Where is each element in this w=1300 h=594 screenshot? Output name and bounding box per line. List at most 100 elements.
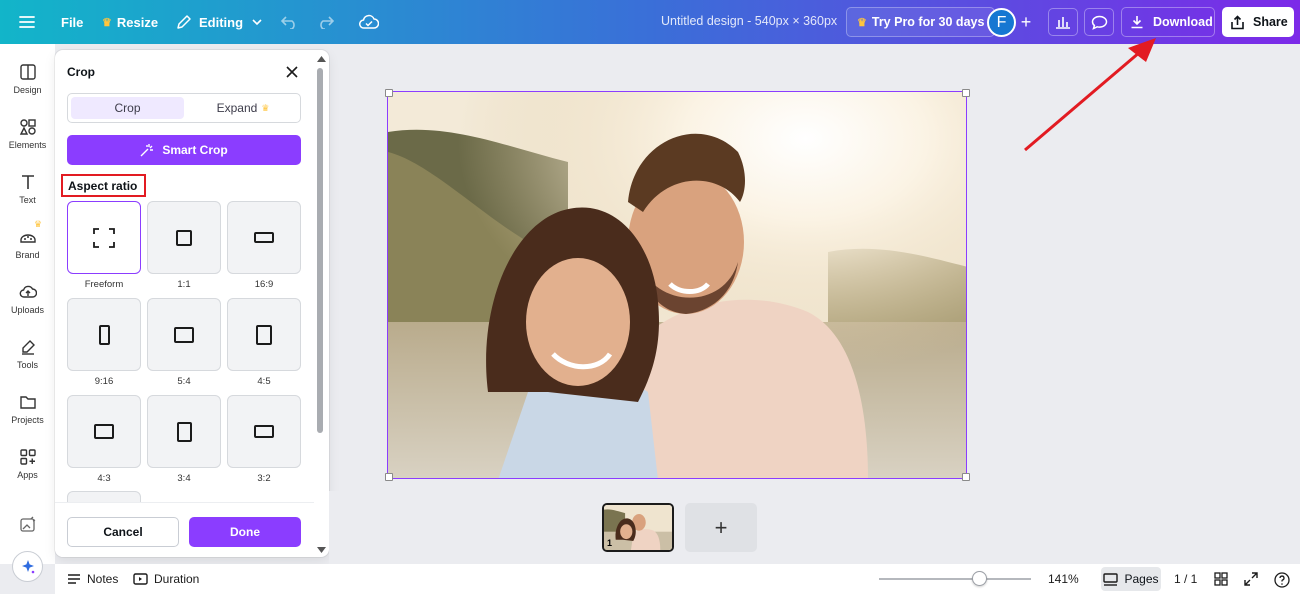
- magic-wand-icon: [140, 144, 154, 157]
- editing-mode-button[interactable]: Editing: [166, 6, 273, 38]
- add-page-button[interactable]: +: [685, 503, 757, 552]
- aspect-ratio-heading: Aspect ratio: [61, 174, 146, 197]
- crop-panel: Crop Crop Expand ♛ Smart Crop Aspect rat…: [55, 50, 329, 557]
- comment-icon: [1091, 15, 1107, 30]
- resize-label: Resize: [116, 14, 159, 30]
- crown-icon: ♛: [102, 16, 112, 29]
- elements-icon: [19, 119, 36, 135]
- left-rail: Design Elements Text Brand ♛ Uploads Too…: [0, 44, 55, 564]
- rail-label: Text: [19, 195, 36, 205]
- tab-expand[interactable]: Expand ♛: [188, 97, 298, 119]
- close-icon[interactable]: [283, 63, 301, 81]
- page-count: 1 / 1: [1174, 572, 1197, 586]
- freeform-icon: [93, 227, 115, 248]
- ratio-caption: 1:1: [177, 279, 191, 290]
- crown-icon: ♛: [857, 16, 867, 29]
- rail-item-projects[interactable]: Projects: [0, 389, 55, 439]
- crop-handle-bottom-left[interactable]: [385, 473, 393, 481]
- magic-assistant-button[interactable]: [12, 551, 43, 582]
- download-button[interactable]: Download: [1121, 7, 1215, 37]
- undo-icon[interactable]: [274, 6, 306, 38]
- pages-icon: [1103, 572, 1119, 586]
- tab-crop[interactable]: Crop: [71, 97, 184, 119]
- rail-item-apps[interactable]: Apps: [0, 444, 55, 494]
- cancel-button[interactable]: Cancel: [67, 517, 179, 547]
- crop-handle-bottom-right[interactable]: [962, 473, 970, 481]
- notes-button[interactable]: Notes: [67, 572, 118, 586]
- ratio-caption: 9:16: [94, 376, 114, 387]
- ratio-5-4[interactable]: [147, 298, 221, 371]
- ratio-3-4[interactable]: [147, 395, 221, 468]
- insights-button[interactable]: [1048, 8, 1078, 36]
- smart-crop-button[interactable]: Smart Crop: [67, 135, 301, 165]
- ratio-9-16[interactable]: [67, 298, 141, 371]
- share-button[interactable]: Share: [1222, 7, 1294, 37]
- plus-icon: +: [714, 514, 728, 540]
- rail-item-design[interactable]: Design: [0, 59, 55, 109]
- rail-item-elements[interactable]: Elements: [0, 114, 55, 164]
- zoom-slider-thumb[interactable]: [972, 571, 987, 586]
- rail-label: Design: [13, 85, 42, 95]
- crop-handle-top-left[interactable]: [385, 89, 393, 97]
- rail-label: Elements: [8, 140, 47, 150]
- ratio-1-1[interactable]: [147, 201, 221, 274]
- download-icon: [1131, 16, 1143, 29]
- page-thumbnail[interactable]: 1: [602, 503, 674, 552]
- editing-label: Editing: [199, 14, 244, 30]
- zoom-slider[interactable]: [879, 578, 1031, 580]
- menu-icon[interactable]: [11, 6, 43, 38]
- ratio-freeform[interactable]: [67, 201, 141, 274]
- scroll-up-icon[interactable]: [314, 53, 329, 65]
- ratio-caption: 3:2: [257, 473, 271, 484]
- share-label: Share: [1253, 15, 1288, 29]
- tab-expand-label: Expand: [216, 101, 258, 115]
- grid-view-icon[interactable]: [1214, 572, 1228, 586]
- scrollbar-thumb[interactable]: [317, 68, 323, 433]
- help-icon[interactable]: [1274, 572, 1290, 588]
- design-title[interactable]: Untitled design - 540px × 360px: [661, 14, 837, 28]
- ratio-caption: Freeform: [84, 279, 124, 290]
- add-collaborator-icon[interactable]: +: [1016, 8, 1036, 36]
- rail-item-brand[interactable]: Brand: [0, 224, 55, 274]
- share-icon: [1231, 14, 1244, 29]
- apps-icon: [19, 449, 36, 465]
- rail-item-tools[interactable]: Tools: [0, 334, 55, 384]
- download-label: Download: [1153, 15, 1213, 29]
- tools-icon: [21, 340, 35, 355]
- ratio-16-9[interactable]: [227, 201, 301, 274]
- magic-media-icon: [19, 516, 35, 532]
- zoom-level[interactable]: 141%: [1048, 572, 1079, 586]
- try-pro-label: Try Pro for 30 days: [871, 15, 985, 29]
- ratio-4-3[interactable]: [67, 395, 141, 468]
- fullscreen-icon[interactable]: [1244, 572, 1258, 586]
- rail-item-text[interactable]: Text: [0, 169, 55, 219]
- smart-crop-label: Smart Crop: [162, 143, 228, 157]
- file-menu[interactable]: File: [51, 6, 93, 38]
- cancel-label: Cancel: [103, 525, 143, 539]
- avatar[interactable]: F: [987, 8, 1016, 37]
- redo-icon[interactable]: [309, 6, 341, 38]
- crop-handle-top-right[interactable]: [962, 89, 970, 97]
- comments-button[interactable]: [1084, 8, 1114, 36]
- sparkle-icon: [21, 559, 34, 573]
- design-photo[interactable]: [387, 91, 967, 479]
- try-pro-button[interactable]: ♛ Try Pro for 30 days: [846, 7, 996, 37]
- ratio-shape-icon: [176, 229, 192, 246]
- scroll-down-icon[interactable]: [314, 544, 329, 556]
- tab-crop-label: Crop: [114, 101, 141, 115]
- ratio-3-2[interactable]: [227, 395, 301, 468]
- timer-icon: [133, 573, 148, 585]
- cloud-saved-icon[interactable]: [353, 6, 385, 38]
- resize-button[interactable]: ♛ Resize: [92, 6, 168, 38]
- notes-label: Notes: [87, 572, 119, 586]
- ratio-4-5[interactable]: [227, 298, 301, 371]
- aspect-ratio-label: Aspect ratio: [68, 178, 138, 193]
- pages-button[interactable]: Pages: [1101, 567, 1161, 591]
- rail-item-uploads[interactable]: Uploads: [0, 279, 55, 329]
- duration-label: Duration: [154, 572, 200, 586]
- notes-icon: [68, 574, 80, 584]
- panel-scrollbar[interactable]: [314, 50, 329, 557]
- zoom-value: 141%: [1048, 572, 1079, 586]
- duration-button[interactable]: Duration: [133, 572, 199, 586]
- done-button[interactable]: Done: [189, 517, 301, 547]
